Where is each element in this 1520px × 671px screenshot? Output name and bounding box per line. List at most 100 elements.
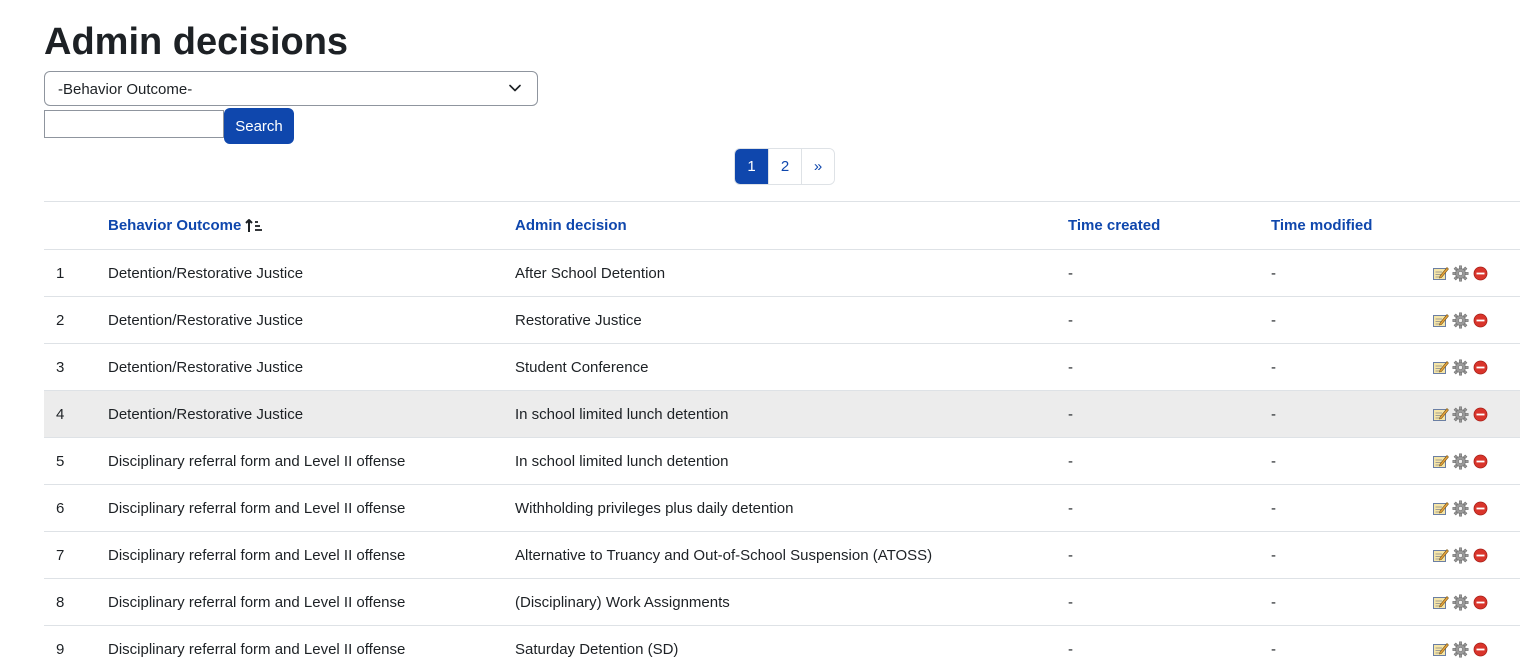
row-admin-decision: (Disciplinary) Work Assignments bbox=[515, 593, 730, 611]
row-number: 1 bbox=[56, 264, 65, 282]
settings-gear-icon[interactable] bbox=[1452, 453, 1469, 470]
edit-icon[interactable] bbox=[1432, 594, 1449, 611]
delete-icon[interactable] bbox=[1472, 359, 1489, 376]
row-actions bbox=[1432, 344, 1489, 390]
settings-gear-icon[interactable] bbox=[1452, 312, 1469, 329]
row-admin-decision: Saturday Detention (SD) bbox=[515, 640, 679, 658]
table-row: 3 Detention/Restorative Justice Student Co… bbox=[44, 344, 1520, 391]
row-behavior-outcome: Disciplinary referral form and Level II … bbox=[108, 593, 406, 611]
search-input[interactable] bbox=[44, 110, 224, 138]
pagination-page-1[interactable]: 1 bbox=[735, 149, 768, 184]
row-actions bbox=[1432, 485, 1489, 531]
row-number: 9 bbox=[56, 640, 65, 658]
row-behavior-outcome: Disciplinary referral form and Level II … bbox=[108, 546, 406, 564]
row-admin-decision: In school limited lunch detention bbox=[515, 452, 729, 470]
row-number: 3 bbox=[56, 358, 65, 376]
row-number: 6 bbox=[56, 499, 65, 517]
row-actions bbox=[1432, 438, 1489, 484]
settings-gear-icon[interactable] bbox=[1452, 500, 1469, 517]
settings-gear-icon[interactable] bbox=[1452, 641, 1469, 658]
row-admin-decision: After School Detention bbox=[515, 264, 666, 282]
row-behavior-outcome: Disciplinary referral form and Level II … bbox=[108, 640, 406, 658]
table-row: 9 Disciplinary referral form and Level II… bbox=[44, 626, 1520, 671]
row-time-modified: - bbox=[1271, 264, 1276, 282]
row-actions bbox=[1432, 532, 1489, 578]
delete-icon[interactable] bbox=[1472, 547, 1489, 564]
edit-icon[interactable] bbox=[1432, 547, 1449, 564]
edit-icon[interactable] bbox=[1432, 406, 1449, 423]
table-row: 6 Disciplinary referral form and Level II… bbox=[44, 485, 1520, 532]
row-actions bbox=[1432, 391, 1489, 437]
row-time-created: - bbox=[1068, 499, 1073, 517]
row-time-modified: - bbox=[1271, 405, 1276, 423]
table-row: 8 Disciplinary referral form and Level II… bbox=[44, 579, 1520, 626]
delete-icon[interactable] bbox=[1472, 453, 1489, 470]
row-number: 7 bbox=[56, 546, 65, 564]
row-time-modified: - bbox=[1271, 358, 1276, 376]
row-actions bbox=[1432, 250, 1489, 296]
row-number: 2 bbox=[56, 311, 65, 329]
edit-icon[interactable] bbox=[1432, 265, 1449, 282]
table-row: 1 Detention/Restorative Justice After Scho… bbox=[44, 250, 1520, 297]
row-time-created: - bbox=[1068, 546, 1073, 564]
table-row: 7 Disciplinary referral form and Level II… bbox=[44, 532, 1520, 579]
edit-icon[interactable] bbox=[1432, 641, 1449, 658]
row-admin-decision: Alternative to Truancy and Out-of-School… bbox=[515, 546, 933, 564]
row-behavior-outcome: Detention/Restorative Justice bbox=[108, 264, 304, 282]
edit-icon[interactable] bbox=[1432, 453, 1449, 470]
row-actions bbox=[1432, 297, 1489, 343]
delete-icon[interactable] bbox=[1472, 500, 1489, 517]
behavior-outcome-select[interactable]: -Behavior Outcome- bbox=[44, 71, 538, 106]
header-time-modified[interactable]: Time modified bbox=[1271, 202, 1372, 249]
settings-gear-icon[interactable] bbox=[1452, 406, 1469, 423]
chevron-down-icon bbox=[509, 84, 521, 92]
row-actions bbox=[1432, 626, 1489, 671]
table-body: 1 Detention/Restorative Justice After Scho… bbox=[44, 250, 1520, 671]
delete-icon[interactable] bbox=[1472, 265, 1489, 282]
table-row: 4 Detention/Restorative Justice In school … bbox=[44, 391, 1520, 438]
settings-gear-icon[interactable] bbox=[1452, 594, 1469, 611]
row-time-created: - bbox=[1068, 264, 1073, 282]
pagination-next[interactable]: » bbox=[801, 149, 834, 184]
header-time-created[interactable]: Time created bbox=[1068, 202, 1160, 249]
row-time-created: - bbox=[1068, 640, 1073, 658]
header-behavior-outcome[interactable]: Behavior Outcome bbox=[108, 202, 263, 249]
table-row: 2 Detention/Restorative Justice Restorativ… bbox=[44, 297, 1520, 344]
row-behavior-outcome: Disciplinary referral form and Level II … bbox=[108, 452, 406, 470]
row-number: 5 bbox=[56, 452, 65, 470]
delete-icon[interactable] bbox=[1472, 641, 1489, 658]
row-actions bbox=[1432, 579, 1489, 625]
pagination: 1 2 » bbox=[734, 148, 835, 185]
search-button[interactable]: Search bbox=[224, 108, 294, 144]
edit-icon[interactable] bbox=[1432, 500, 1449, 517]
row-behavior-outcome: Disciplinary referral form and Level II … bbox=[108, 499, 406, 517]
settings-gear-icon[interactable] bbox=[1452, 265, 1469, 282]
delete-icon[interactable] bbox=[1472, 406, 1489, 423]
pagination-page-2[interactable]: 2 bbox=[768, 149, 801, 184]
settings-gear-icon[interactable] bbox=[1452, 547, 1469, 564]
row-behavior-outcome: Detention/Restorative Justice bbox=[108, 358, 304, 376]
delete-icon[interactable] bbox=[1472, 594, 1489, 611]
row-time-modified: - bbox=[1271, 593, 1276, 611]
edit-icon[interactable] bbox=[1432, 359, 1449, 376]
row-admin-decision: Student Conference bbox=[515, 358, 649, 376]
header-behavior-outcome-label: Behavior Outcome bbox=[108, 217, 242, 234]
row-behavior-outcome: Detention/Restorative Justice bbox=[108, 405, 304, 423]
row-time-created: - bbox=[1068, 593, 1073, 611]
row-time-modified: - bbox=[1271, 311, 1276, 329]
row-time-modified: - bbox=[1271, 640, 1276, 658]
row-time-created: - bbox=[1068, 452, 1073, 470]
row-time-created: - bbox=[1068, 405, 1073, 423]
row-time-created: - bbox=[1068, 311, 1073, 329]
behavior-outcome-select-value: -Behavior Outcome- bbox=[58, 81, 193, 98]
row-behavior-outcome: Detention/Restorative Justice bbox=[108, 311, 304, 329]
settings-gear-icon[interactable] bbox=[1452, 359, 1469, 376]
delete-icon[interactable] bbox=[1472, 312, 1489, 329]
header-admin-decision[interactable]: Admin decision bbox=[515, 202, 627, 249]
page-title: Admin decisions bbox=[44, 21, 349, 63]
row-number: 4 bbox=[56, 405, 65, 423]
admin-decisions-page: Admin decisions -Behavior Outcome- Searc… bbox=[0, 0, 1520, 671]
edit-icon[interactable] bbox=[1432, 312, 1449, 329]
row-time-modified: - bbox=[1271, 546, 1276, 564]
admin-decisions-table: Behavior Outcome Admin decision Time cre… bbox=[44, 201, 1520, 671]
